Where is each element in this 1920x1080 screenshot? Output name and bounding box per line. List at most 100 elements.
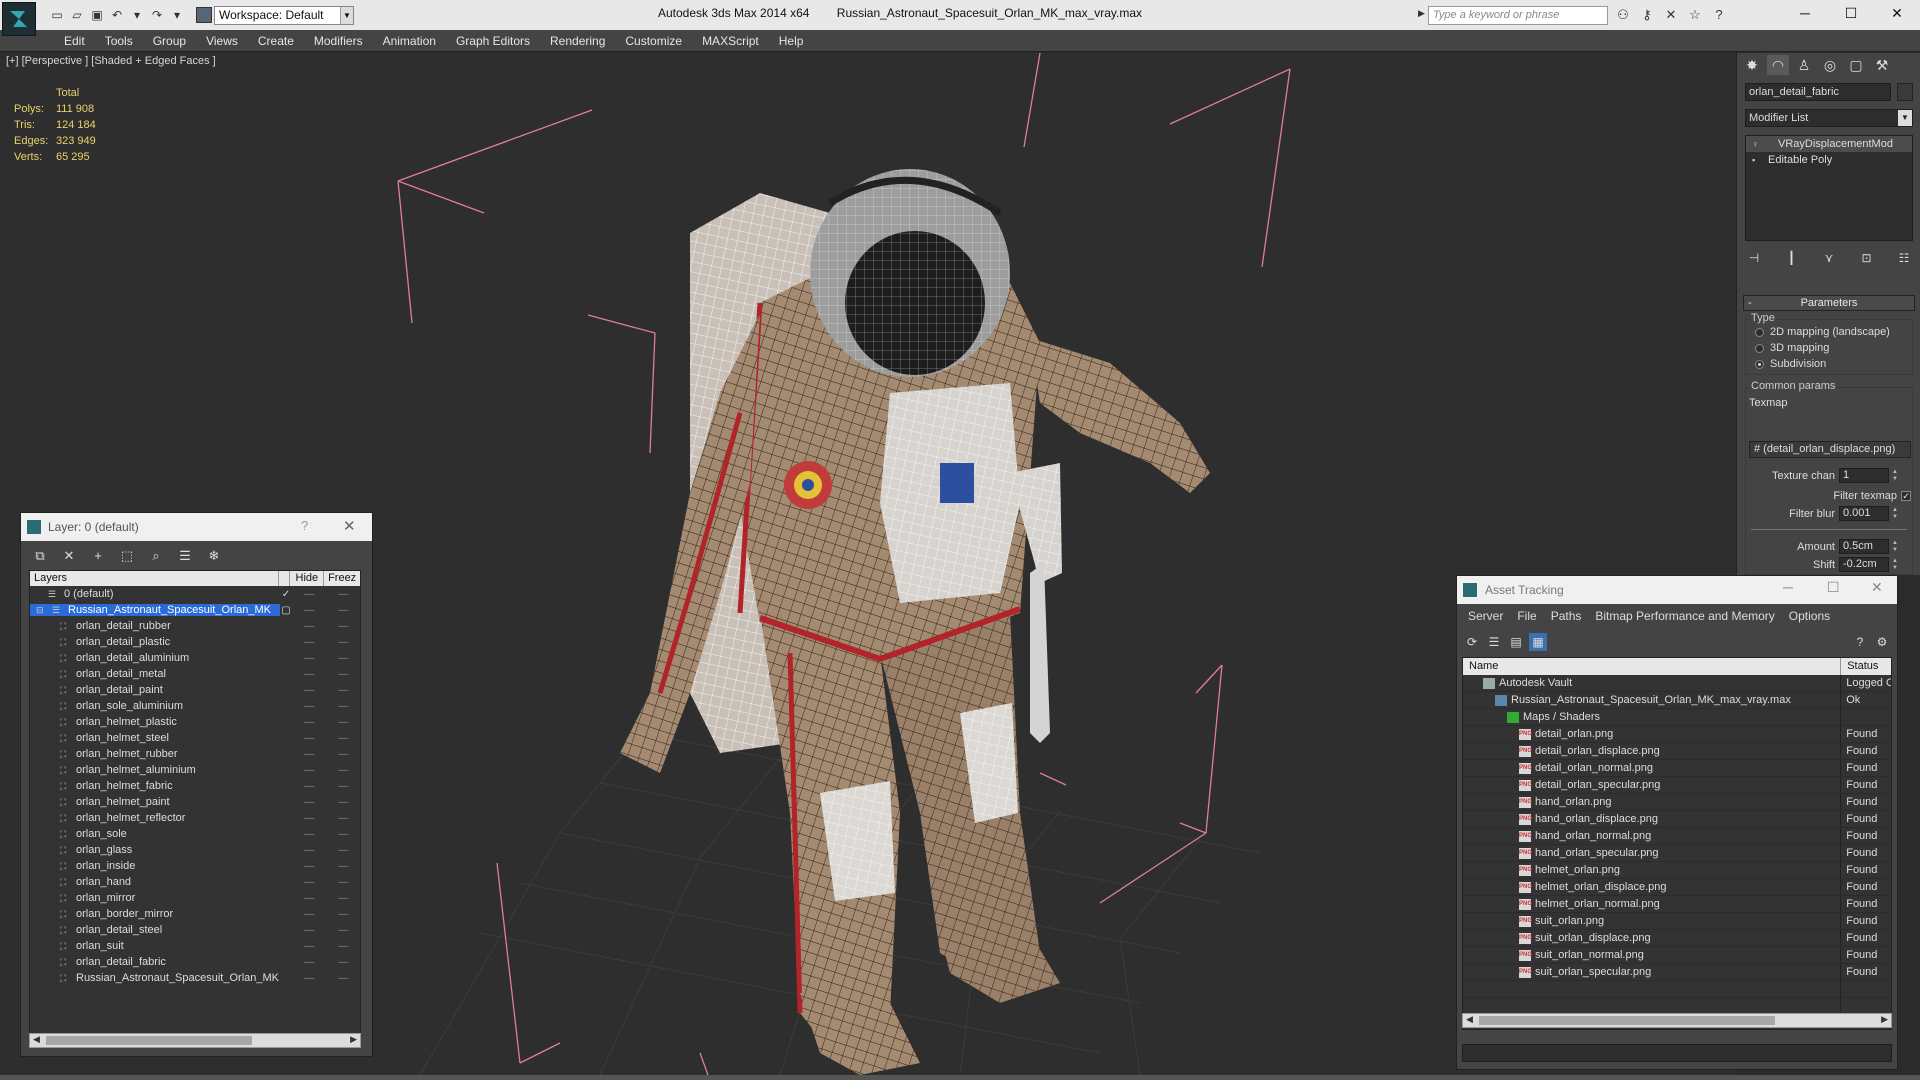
grid-view-icon[interactable]: ▦ [1529,633,1547,651]
viewport-label-menu[interactable]: [+] [Perspective ] [Shaded + Edged Faces… [6,55,216,67]
hide-all-layers-icon[interactable]: ☰ [174,547,196,565]
lightbulb-icon[interactable]: ♀ [1752,139,1762,149]
amount-spinner[interactable]: 0.5cm [1839,539,1889,554]
menu-help[interactable]: Help [769,30,814,52]
close-icon[interactable]: ✕ [1874,0,1920,26]
freeze-toggle[interactable]: — [326,637,360,648]
asset-row-map[interactable]: PNG helmet_orlan_normal.png Found [1463,896,1891,913]
hide-toggle[interactable]: — [292,893,326,904]
freeze-toggle[interactable]: — [326,669,360,680]
freeze-toggle[interactable]: — [326,845,360,856]
freeze-toggle[interactable]: — [326,893,360,904]
list-view-icon[interactable]: ☰ [1485,633,1503,651]
layer-object-row[interactable]: ⛶ orlan_helmet_fabric — — [30,778,360,794]
asset-row-map[interactable]: PNG helmet_orlan.png Found [1463,862,1891,879]
layer-object-row[interactable]: ⛶ orlan_helmet_reflector — — [30,810,360,826]
hide-toggle[interactable]: — [292,781,326,792]
make-unique-icon[interactable]: ⋎ [1820,249,1838,267]
add-to-layer-icon[interactable]: + [87,547,109,565]
menu-create[interactable]: Create [248,30,304,52]
radio-subdivision[interactable]: Subdivision [1755,358,1826,370]
spinner-arrows-icon[interactable]: ▲ ▼ [1891,507,1899,522]
hide-toggle[interactable]: — [292,621,326,632]
menu-maxscript[interactable]: MAXScript [692,30,769,52]
menu-file[interactable]: File [1510,606,1543,626]
object-name-field[interactable]: orlan_detail_fabric [1745,83,1891,101]
hide-toggle[interactable]: — [292,717,326,728]
new-file-icon[interactable]: ▭ [48,7,66,23]
freeze-toggle[interactable]: — [326,781,360,792]
asset-row-map[interactable]: PNG helmet_orlan_displace.png Found [1463,879,1891,896]
configure-sets-icon[interactable]: ☷ [1895,249,1913,267]
menu-server[interactable]: Server [1461,606,1510,626]
freeze-toggle[interactable]: — [326,957,360,968]
parameters-rollout-header[interactable]: - Parameters [1743,295,1915,311]
shift-spinner[interactable]: -0.2cm [1839,557,1889,572]
hide-toggle[interactable]: — [292,589,326,600]
close-icon[interactable]: ✕ [343,517,356,535]
column-name[interactable]: Name [1463,658,1842,675]
asset-row-vault[interactable]: Autodesk Vault Logged O [1463,675,1891,692]
hide-toggle[interactable]: — [292,797,326,808]
layer-object-row[interactable]: ⛶ orlan_suit — — [30,938,360,954]
freeze-all-layers-icon[interactable]: ❄ [203,547,225,565]
column-freeze[interactable]: Freez [324,571,360,586]
hide-toggle[interactable]: — [292,669,326,680]
menu-modifiers[interactable]: Modifiers [304,30,373,52]
favorites-star-icon[interactable]: ☆ [1686,7,1704,23]
modifier-list-dropdown[interactable]: Modifier List ▼ [1745,109,1913,127]
hide-toggle[interactable]: — [292,765,326,776]
freeze-toggle[interactable]: — [326,877,360,888]
freeze-toggle[interactable]: — [326,685,360,696]
layer-object-row[interactable]: ⛶ orlan_detail_paint — — [30,682,360,698]
close-icon[interactable]: ✕ [1871,579,1883,596]
menu-group[interactable]: Group [143,30,196,52]
layer-object-row[interactable]: ⛶ orlan_helmet_aluminium — — [30,762,360,778]
spinner-arrows-icon[interactable]: ▲ ▼ [1891,558,1899,573]
delete-layer-icon[interactable]: ✕ [58,547,80,565]
remove-modifier-icon[interactable]: ⊡ [1858,249,1876,267]
freeze-toggle[interactable]: — [326,717,360,728]
freeze-toggle[interactable]: — [326,605,360,616]
freeze-toggle[interactable]: — [326,621,360,632]
scroll-left-icon[interactable]: ◀ [33,1034,40,1045]
object-color-swatch[interactable] [1897,83,1913,101]
hide-toggle[interactable]: — [292,941,326,952]
freeze-toggle[interactable]: — [326,589,360,600]
scroll-left-icon[interactable]: ◀ [1466,1014,1473,1025]
freeze-toggle[interactable]: — [326,909,360,920]
radio-button[interactable] [1755,343,1764,353]
redo-icon[interactable]: ↷ [148,7,166,23]
layer-object-row[interactable]: ⛶ orlan_detail_aluminium — — [30,650,360,666]
column-layers[interactable]: Layers [30,571,279,586]
maximize-icon[interactable]: ☐ [1828,0,1874,26]
hierarchy-tab-icon[interactable]: ♙ [1793,55,1815,75]
layer-object-row[interactable]: ⛶ orlan_detail_fabric — — [30,954,360,970]
asset-row-maps-group[interactable]: Maps / Shaders [1463,709,1891,726]
undo-icon[interactable]: ↶ [108,7,126,23]
layer-object-row[interactable]: ⛶ orlan_detail_steel — — [30,922,360,938]
scrollbar-thumb[interactable] [1479,1016,1775,1025]
scroll-right-icon[interactable]: ▶ [350,1034,357,1045]
hide-toggle[interactable]: — [292,733,326,744]
pin-stack-icon[interactable]: ⊣ [1745,249,1763,267]
open-file-icon[interactable]: ▱ [68,7,86,23]
freeze-toggle[interactable]: — [326,861,360,872]
layer-object-row[interactable]: ⛶ orlan_helmet_paint — — [30,794,360,810]
asset-row-map[interactable]: PNG suit_orlan_specular.png Found [1463,964,1891,981]
settings-icon[interactable]: ⚙ [1873,633,1891,651]
filter-blur-spinner[interactable]: 0.001 [1839,506,1889,521]
redo-dropdown-icon[interactable]: ▾ [168,7,186,23]
radio-button[interactable] [1755,359,1764,369]
horizontal-scrollbar[interactable]: ◀ ▶ [29,1033,361,1048]
asset-row-map[interactable]: PNG hand_orlan_normal.png Found [1463,828,1891,845]
asset-row-map[interactable]: PNG suit_orlan_displace.png Found [1463,930,1891,947]
create-layer-icon[interactable]: ⧉ [29,547,51,565]
hide-toggle[interactable]: — [292,685,326,696]
freeze-toggle[interactable]: — [326,765,360,776]
utilities-tab-icon[interactable]: ⚒ [1871,55,1893,75]
hide-toggle[interactable]: — [292,909,326,920]
freeze-toggle[interactable]: — [326,653,360,664]
radio-2d-mapping[interactable]: 2D mapping (landscape) [1755,326,1890,338]
asset-row-map[interactable]: PNG suit_orlan.png Found [1463,913,1891,930]
